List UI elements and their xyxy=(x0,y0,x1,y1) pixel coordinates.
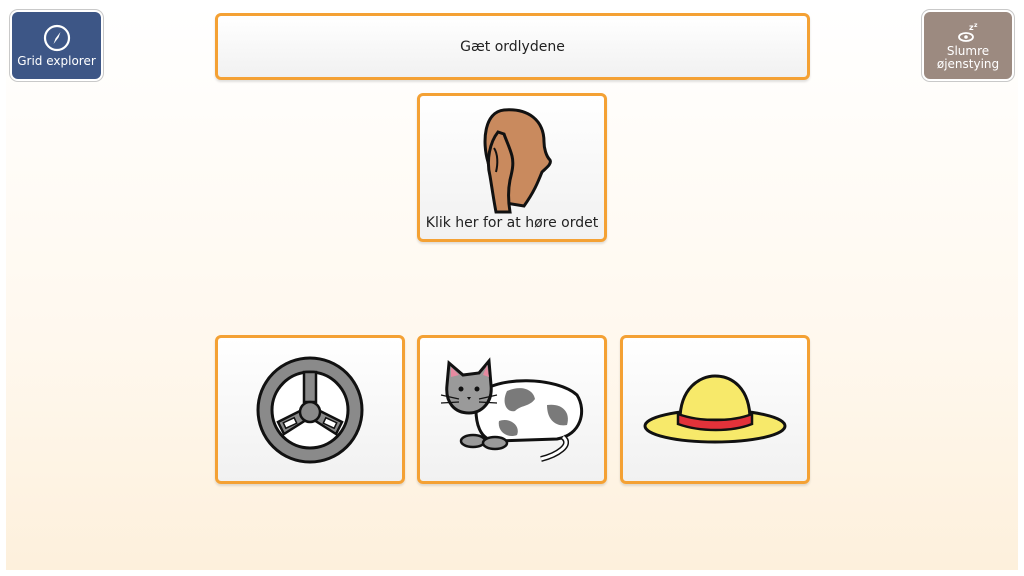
choice-steering-wheel[interactable] xyxy=(215,335,405,484)
listen-label: Klik her for at høre ordet xyxy=(425,215,599,231)
svg-text:z: z xyxy=(974,22,978,29)
title-cell[interactable]: Gæt ordlydene xyxy=(215,13,810,80)
snooze-eye-icon: z z xyxy=(958,22,978,42)
snooze-label-line2: øjenstying xyxy=(936,56,1000,71)
choice-sun-hat[interactable] xyxy=(620,335,810,484)
snooze-eyegaze-button[interactable]: z z Slumre øjenstying xyxy=(924,12,1012,79)
board-background xyxy=(6,6,1018,570)
sun-hat-icon xyxy=(643,373,787,443)
snooze-label-line1: Slumre xyxy=(946,43,990,58)
listen-word-button[interactable]: Klik her for at høre ordet xyxy=(417,93,607,242)
cat-icon xyxy=(440,356,584,462)
choice-cat[interactable] xyxy=(417,335,607,484)
steering-wheel-icon xyxy=(256,356,364,463)
grid-explorer-label: Grid explorer xyxy=(17,54,96,68)
title-text: Gæt ordlydene xyxy=(460,38,565,55)
ear-listening-icon xyxy=(483,108,552,214)
grid-explorer-button[interactable]: Grid explorer xyxy=(12,12,101,79)
compass-icon xyxy=(43,24,70,52)
